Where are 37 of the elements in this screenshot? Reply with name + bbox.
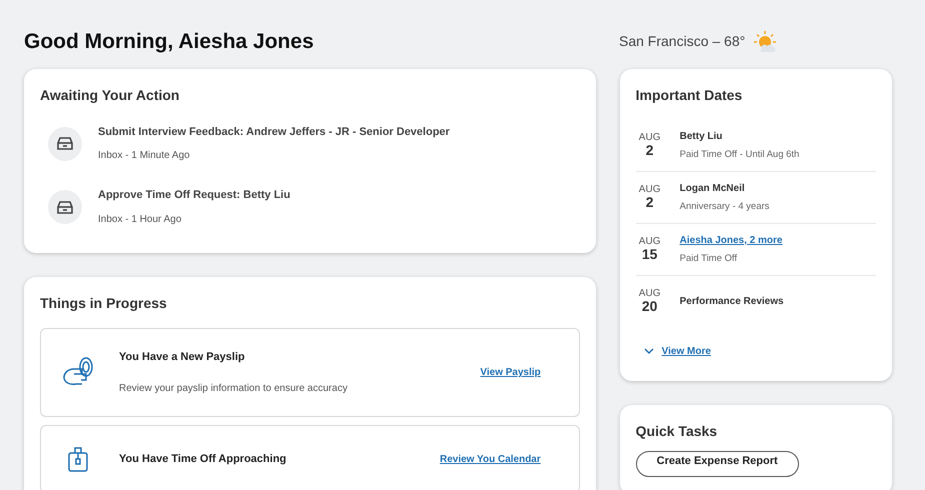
- date-day: 2: [646, 194, 654, 210]
- card-title: Things in Progress: [40, 294, 168, 312]
- task-link[interactable]: Submit Interview Feedback: Andrew Jeffers - JR - Senior Developer: [98, 124, 450, 140]
- event-detail: Anniversary - 4 years: [680, 200, 770, 214]
- weather-location: San Francisco – 68°: [619, 32, 746, 51]
- item-title: You Have Time Off Approaching: [119, 452, 288, 467]
- card-title: Important Dates: [636, 87, 744, 104]
- date-day: 20: [642, 299, 658, 314]
- event-name: Betty Liu: [680, 130, 724, 144]
- action-link[interactable]: View Payslip: [480, 364, 541, 380]
- task-link[interactable]: Approve Time Off Request: Betty Liu: [98, 187, 290, 204]
- action-link[interactable]: Review You Calendar: [440, 452, 541, 467]
- date-month: AUG: [638, 289, 660, 300]
- card-title: Quick Tasks: [636, 422, 718, 440]
- sun-cloud-icon: [753, 30, 778, 54]
- card-title: Awaiting Your Action: [40, 87, 180, 104]
- event-name: Logan McNeil: [680, 182, 746, 196]
- event-detail: Paid Time Off - Until Aug 6th: [680, 148, 800, 162]
- date-month: AUG: [638, 184, 660, 195]
- item-title: You Have a New Payslip: [119, 350, 246, 365]
- person-link[interactable]: Aiesha Jones, 2 more: [680, 232, 782, 248]
- quick-task-button[interactable]: Create Expense Report: [636, 450, 799, 477]
- inbox-tray-icon: [57, 200, 73, 214]
- date-month: AUG: [638, 132, 660, 143]
- date-month: AUG: [638, 236, 660, 247]
- item-description: Review your payslip information to ensure accuracy: [119, 382, 348, 396]
- task-meta: Inbox - 1 Hour Ago: [98, 212, 182, 227]
- inbox-tray-icon: [57, 137, 73, 150]
- event-name: Performance Reviews: [680, 295, 784, 310]
- date-day: 2: [646, 142, 654, 158]
- view-more-link[interactable]: View More: [662, 344, 711, 359]
- task-meta: Inbox - 1 Minute Ago: [98, 149, 191, 164]
- chevron-down-icon: [644, 348, 654, 355]
- event-detail: Paid Time Off: [680, 252, 738, 266]
- date-day: 15: [642, 246, 658, 262]
- greeting-heading: Good Morning, Aiesha Jones: [24, 28, 314, 54]
- luggage-icon: [68, 446, 88, 472]
